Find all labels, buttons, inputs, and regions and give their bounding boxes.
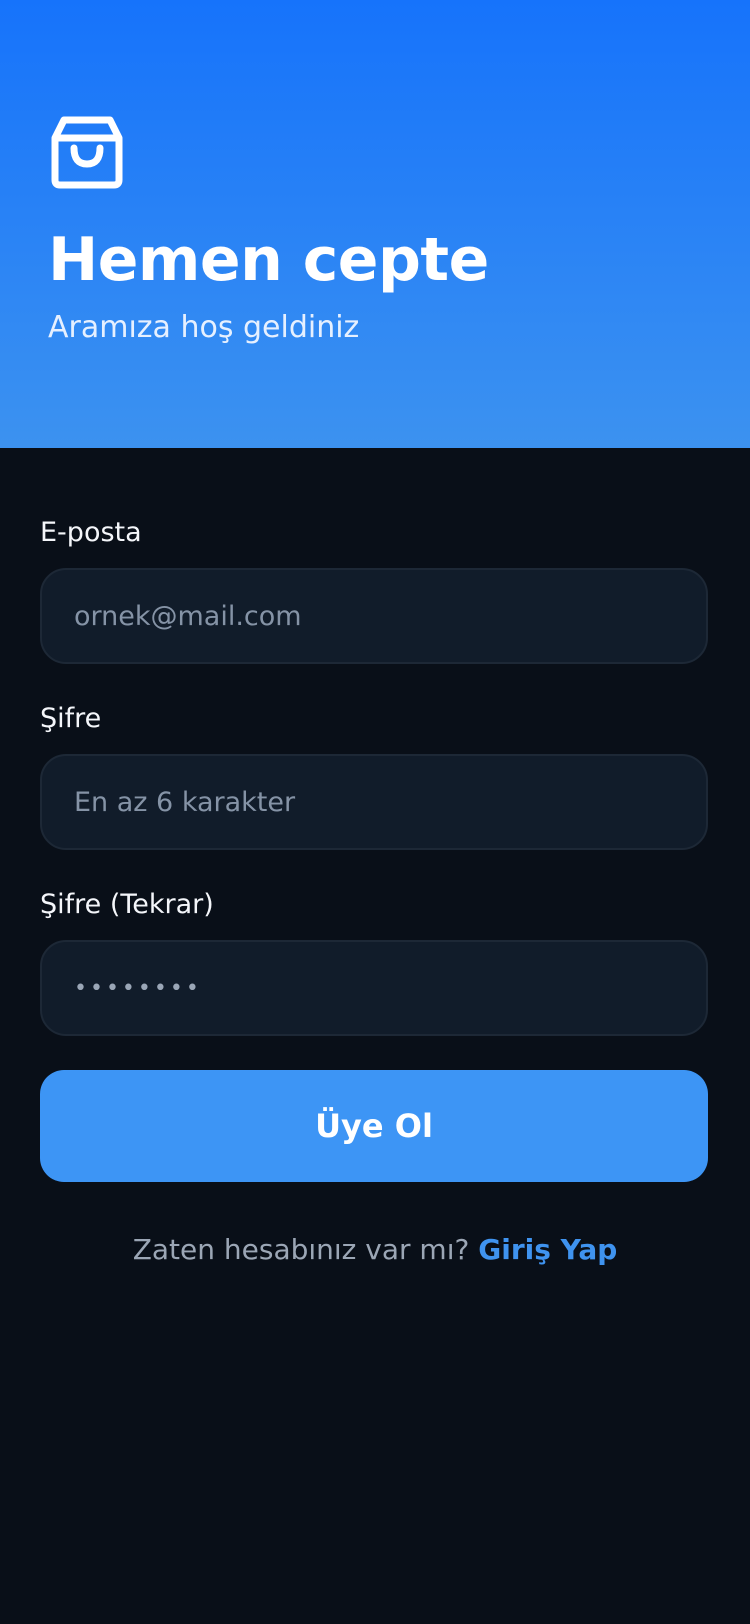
shopping-bag-icon	[50, 112, 124, 190]
password-confirm-field-container	[40, 940, 708, 1036]
welcome-header: Hemen cepte Aramıza hoş geldiniz	[0, 0, 750, 448]
password-field-container	[40, 754, 708, 850]
email-field-container	[40, 568, 708, 664]
login-prompt: Zaten hesabınız var mı? Giriş Yap	[0, 1230, 750, 1270]
login-prompt-text: Zaten hesabınız var mı?	[132, 1233, 470, 1266]
register-button[interactable]: Üye Ol	[40, 1070, 708, 1182]
page-title: Hemen cepte	[48, 225, 489, 295]
email-field[interactable]	[42, 570, 706, 662]
password-confirm-field[interactable]	[42, 942, 706, 1034]
password-label: Şifre	[40, 703, 102, 734]
page-subtitle: Aramıza hoş geldiniz	[48, 310, 360, 345]
email-label: E-posta	[40, 517, 142, 548]
login-link[interactable]: Giriş Yap	[478, 1233, 617, 1266]
password-confirm-label: Şifre (Tekrar)	[40, 889, 214, 920]
password-field[interactable]	[42, 756, 706, 848]
